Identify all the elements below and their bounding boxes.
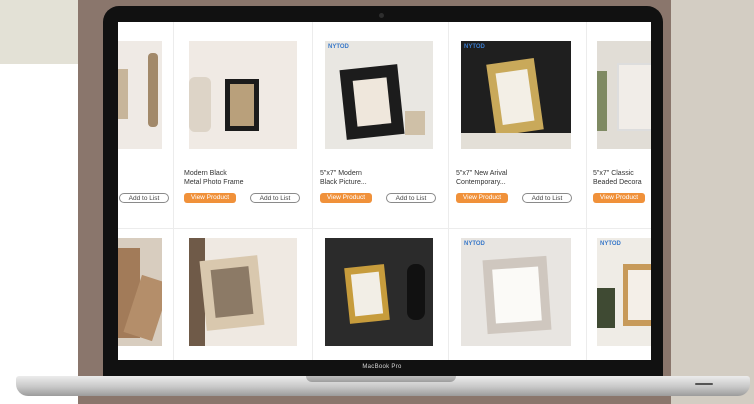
add-to-list-button[interactable]: Add to List (522, 193, 572, 203)
camera-icon (379, 13, 384, 18)
laptop-screen: Add to List Modern Black Metal Photo Fra… (118, 22, 651, 360)
add-to-list-button[interactable]: Add to List (386, 193, 436, 203)
product-title-line1[interactable]: Modern Black (184, 169, 304, 178)
brand-logo: NYTOD (464, 44, 485, 50)
product-image[interactable] (118, 41, 162, 149)
product-image[interactable]: NYTOD (461, 238, 571, 346)
product-image[interactable] (118, 238, 162, 346)
product-image[interactable]: NYTOD (597, 238, 651, 346)
product-title-line2[interactable]: Metal Photo Frame (184, 178, 304, 187)
laptop-notch (306, 376, 456, 382)
background-panel-right (671, 0, 754, 404)
product-image[interactable] (597, 41, 651, 149)
product-image[interactable]: NYTOD (325, 41, 433, 149)
product-title-line2[interactable]: Black Picture... (320, 178, 440, 187)
brand-logo: NYTOD (464, 241, 485, 247)
product-title-line1[interactable]: 5"x7" New Arival (456, 169, 576, 178)
product-card[interactable]: 5"x7" Classic Beaded Decora View Product (587, 22, 651, 228)
product-title-line2[interactable]: Beaded Decora (593, 178, 651, 187)
product-title-line2[interactable]: Contemporary... (456, 178, 576, 187)
view-product-button[interactable]: View Product (456, 193, 508, 203)
product-image[interactable] (189, 238, 297, 346)
add-to-list-button[interactable]: Add to List (119, 193, 169, 203)
product-card[interactable]: Modern Black Metal Photo Frame View Prod… (174, 22, 312, 228)
row-divider (118, 228, 651, 229)
laptop-slot (695, 383, 713, 385)
product-image[interactable] (325, 238, 433, 346)
product-title-line1[interactable]: 5"x7" Modern (320, 169, 440, 178)
brand-logo: NYTOD (328, 44, 349, 50)
view-product-button[interactable]: View Product (320, 193, 372, 203)
product-card[interactable]: NYTOD 5"x7" New Arival Contemporary... V… (449, 22, 586, 228)
background-panel-top-left (0, 0, 78, 64)
product-card[interactable]: NYTOD 5"x7" Modern Black Picture... View… (313, 22, 448, 228)
product-title-line1[interactable]: 5"x7" Classic (593, 169, 651, 178)
brand-logo: NYTOD (600, 241, 621, 247)
add-to-list-button[interactable]: Add to List (250, 193, 300, 203)
product-card[interactable]: Add to List (118, 22, 173, 228)
laptop-brand-label: MacBook Pro (362, 364, 402, 370)
view-product-button[interactable]: View Product (593, 193, 645, 203)
product-image[interactable] (189, 41, 297, 149)
product-image[interactable]: NYTOD (461, 41, 571, 149)
view-product-button[interactable]: View Product (184, 193, 236, 203)
background-panel-left (0, 64, 78, 404)
